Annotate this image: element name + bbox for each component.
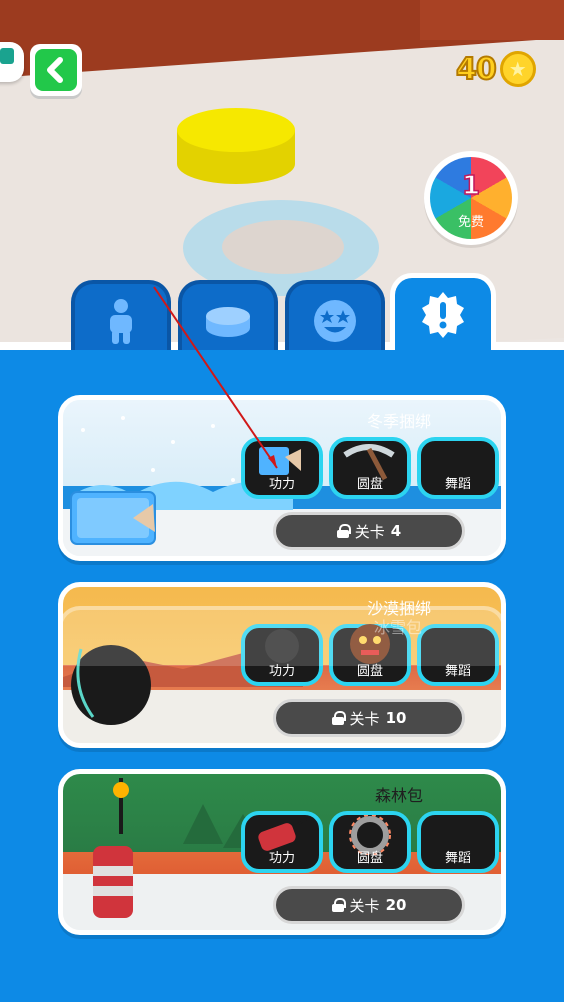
pack-slot-power[interactable]: 功力 bbox=[241, 811, 323, 873]
pack-title: 冰雪包 bbox=[373, 618, 422, 637]
item-panel: 冬季捆绑 功力 圆盘 舞蹈 关卡 4 沙漠捆绑 功力 圆盘 舞蹈 关卡 10 森… bbox=[0, 350, 564, 1002]
level-label: 关卡 bbox=[354, 522, 385, 541]
tab-disc[interactable] bbox=[178, 280, 278, 360]
padlock-icon bbox=[331, 711, 346, 725]
padlock-icon bbox=[336, 524, 351, 538]
star-eyes-face-icon bbox=[314, 300, 356, 342]
disc-stack-icon bbox=[206, 307, 250, 337]
level-number: 20 bbox=[385, 896, 407, 914]
tab-character[interactable] bbox=[71, 280, 171, 360]
tab-emotes[interactable] bbox=[285, 280, 385, 360]
level-number: 10 bbox=[385, 709, 407, 727]
coin-count: 40 bbox=[455, 51, 498, 88]
yellow-pedestal bbox=[177, 108, 295, 194]
unlock-level-button[interactable]: 关卡 10 bbox=[273, 699, 465, 737]
slot-label: 圆盘 bbox=[356, 477, 383, 492]
lock-icon bbox=[0, 48, 14, 64]
slot-label: 舞蹈 bbox=[444, 477, 471, 492]
lock-chip[interactable] bbox=[0, 42, 24, 82]
wheel-free-label: 免费 bbox=[457, 215, 484, 230]
slot-label: 功力 bbox=[268, 851, 295, 866]
unlock-level-button[interactable]: 关卡 20 bbox=[273, 886, 465, 924]
chevron-left-icon bbox=[35, 49, 77, 91]
wall-highlight bbox=[420, 0, 564, 40]
spawn-ring-center bbox=[222, 220, 344, 274]
level-label: 关卡 bbox=[349, 709, 380, 728]
slot-label: 功力 bbox=[268, 477, 295, 492]
coin-counter: 40 ★ bbox=[455, 50, 536, 88]
lucky-wheel-button[interactable]: 1 免费 bbox=[424, 151, 518, 245]
pack-slot-disc[interactable]: 圆盘 bbox=[329, 811, 411, 873]
level-label: 关卡 bbox=[349, 896, 380, 915]
pack-slot-dance[interactable]: 舞蹈 bbox=[417, 437, 499, 499]
level-number: 4 bbox=[390, 522, 402, 540]
person-icon bbox=[110, 299, 132, 344]
pack-title: 森林包 bbox=[374, 786, 423, 805]
pack-slot-dance[interactable]: 舞蹈 bbox=[417, 811, 499, 873]
pack-card-forest: 森林包 功力 圆盘 舞蹈 关卡 20 bbox=[58, 769, 506, 935]
pack-slot-power[interactable]: 功力 bbox=[241, 437, 323, 499]
pack-title: 冬季捆绑 bbox=[366, 412, 431, 431]
slot-label: 圆盘 bbox=[356, 851, 383, 866]
pack-slot-disc[interactable]: 圆盘 bbox=[329, 437, 411, 499]
pack-card-winter: 冬季捆绑 功力 圆盘 舞蹈 关卡 4 bbox=[58, 395, 506, 561]
slot-label: 舞蹈 bbox=[444, 851, 471, 866]
unlock-level-button[interactable]: 关卡 4 bbox=[273, 512, 465, 550]
badge-exclamation-icon bbox=[422, 292, 464, 338]
pack-card-partial: 冰雪包 bbox=[58, 606, 506, 666]
back-button[interactable] bbox=[30, 44, 82, 96]
padlock-icon bbox=[331, 898, 346, 912]
coin-icon: ★ bbox=[499, 51, 536, 87]
wheel-count: 1 bbox=[461, 170, 481, 202]
